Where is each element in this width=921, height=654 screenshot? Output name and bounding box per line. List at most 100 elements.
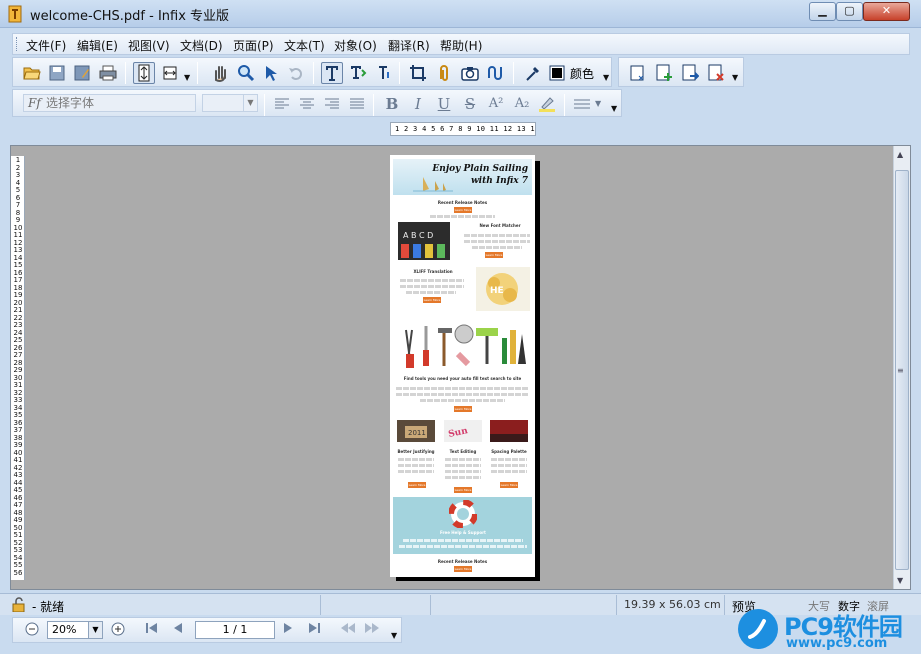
learn-more-button[interactable]: Learn More [454,207,472,213]
learn-more-button[interactable]: Learn More [454,406,472,412]
select-tool-button[interactable] [260,62,282,84]
learn-more-button[interactable]: Learn More [454,566,472,572]
superscript-button[interactable]: A² [485,94,507,114]
body-text [491,464,527,467]
history-back-button[interactable] [339,622,357,640]
section-heading: XLIFF Translation [413,269,453,274]
color-label[interactable]: 颜色 [570,65,594,82]
snapshot-button[interactable] [459,62,481,84]
menu-file[interactable]: 文件(F) [26,37,66,54]
text-tool-button[interactable] [321,62,343,84]
menu-document[interactable]: 文档(D) [180,37,223,54]
text-flow-button[interactable] [347,62,369,84]
font-size-select[interactable]: ▼ [202,94,258,112]
chevron-down-icon[interactable]: ▼ [611,104,617,113]
vertical-scrollbar[interactable]: ▲ ≡ ▼ [893,146,910,589]
menu-translate[interactable]: 翻译(R) [388,37,430,54]
zoom-tool-button[interactable] [235,62,257,84]
learn-more-button[interactable]: Learn More [454,487,472,493]
delete-page-button[interactable] [705,62,727,84]
underline-button[interactable]: U [433,94,455,114]
last-page-button[interactable] [305,622,323,640]
zoom-combo[interactable]: 20% ▼ [47,621,103,639]
menu-view[interactable]: 视图(V) [128,37,170,54]
zoom-out-button[interactable] [23,622,41,640]
print-button[interactable] [97,62,119,84]
menu-help[interactable]: 帮助(H) [440,37,482,54]
learn-more-button[interactable]: Learn More [423,297,441,303]
subscript-button[interactable]: A₂ [511,94,533,114]
color-swatch[interactable] [546,62,568,84]
menu-page[interactable]: 页面(P) [233,37,274,54]
learn-more-button[interactable]: Learn More [408,482,426,488]
status-divider [724,595,725,615]
attach-button[interactable] [433,62,455,84]
document-workspace[interactable]: 1 2 3 4 5 6 7 8 9 10 11 12 13 14 15 16 17 18 19 20 21 22 23 24 2… [10,145,911,590]
scroll-grip-icon: ≡ [897,366,904,375]
fit-width-button[interactable] [159,62,181,84]
scroll-down-arrow[interactable]: ▼ [897,576,903,585]
first-page-button[interactable] [143,622,161,640]
italic-button[interactable]: I [407,94,429,114]
zoom-in-button[interactable] [109,622,127,640]
replace-page-button[interactable] [627,62,649,84]
body-text [420,399,505,402]
align-left-button[interactable] [271,93,293,115]
menu-text[interactable]: 文本(T) [284,37,325,54]
history-forward-button[interactable] [363,622,381,640]
align-right-button[interactable] [321,93,343,115]
body-text [400,279,464,282]
chevron-down-icon[interactable]: ▼ [391,631,397,640]
chevron-down-icon[interactable]: ▼ [732,73,738,82]
body-text [491,458,527,461]
learn-more-button[interactable]: Learn More [500,482,518,488]
justify-button[interactable] [346,93,368,115]
open-file-button[interactable] [21,62,43,84]
lifebuoy-icon [449,500,477,528]
title-bar: welcome-CHS.pdf - Infix 专业版 ▁ ▢ ✕ [0,0,921,28]
insert-page-button[interactable] [653,62,675,84]
minimize-button[interactable]: ▁ [809,2,836,21]
close-button[interactable]: ✕ [863,2,910,21]
status-divider [430,595,431,615]
navigation-toolbar: 20% ▼ 1 / 1 ▼ [12,617,402,643]
strikethrough-button[interactable]: S [459,94,481,114]
body-text [464,240,530,243]
link-button[interactable] [485,62,507,84]
menu-object[interactable]: 对象(O) [334,37,377,54]
vertical-text-button[interactable] [372,62,394,84]
line-spacing-button[interactable] [571,93,593,115]
crop-button[interactable] [407,62,429,84]
align-right-icon [325,98,339,109]
hand-tool-button[interactable] [209,62,231,84]
menu-edit[interactable]: 编辑(E) [77,37,118,54]
chevron-down-icon[interactable]: ▼ [243,95,257,111]
map-picture: HE [486,273,518,305]
toolbar-grip[interactable] [16,37,19,51]
scroll-up-arrow[interactable]: ▲ [897,150,903,159]
hero-line-2: with Infix 7 [470,176,528,186]
chevron-down-icon[interactable]: ▼ [88,622,102,638]
fit-page-button[interactable] [133,62,155,84]
pdf-page[interactable]: Enjoy Plain Sailing with Infix 7 Recent … [390,155,535,577]
save-button[interactable] [46,62,68,84]
next-page-button[interactable] [279,622,297,640]
bold-button[interactable]: B [381,94,403,114]
page-number-field[interactable]: 1 / 1 [195,621,275,639]
extract-page-button[interactable] [679,62,701,84]
save-as-button[interactable] [71,62,93,84]
undo-button[interactable] [285,62,307,84]
font-select[interactable]: Ff 选择字体 [23,94,196,112]
chevron-down-icon[interactable]: ▼ [595,99,601,108]
highlight-button[interactable] [536,93,558,115]
chevron-down-icon[interactable]: ▼ [603,73,609,82]
font-icon: Ff [28,96,41,110]
menu-bar: 文件(F) 编辑(E) 视图(V) 文档(D) 页面(P) 文本(T) 对象(O… [12,33,910,55]
previous-page-button[interactable] [169,622,187,640]
maximize-button[interactable]: ▢ [836,2,863,21]
chevron-down-icon[interactable]: ▼ [184,73,190,82]
align-center-button[interactable] [296,93,318,115]
eyedropper-button[interactable] [521,62,543,84]
learn-more-button[interactable]: Learn More [485,252,503,258]
vertical-text-icon [379,66,389,79]
